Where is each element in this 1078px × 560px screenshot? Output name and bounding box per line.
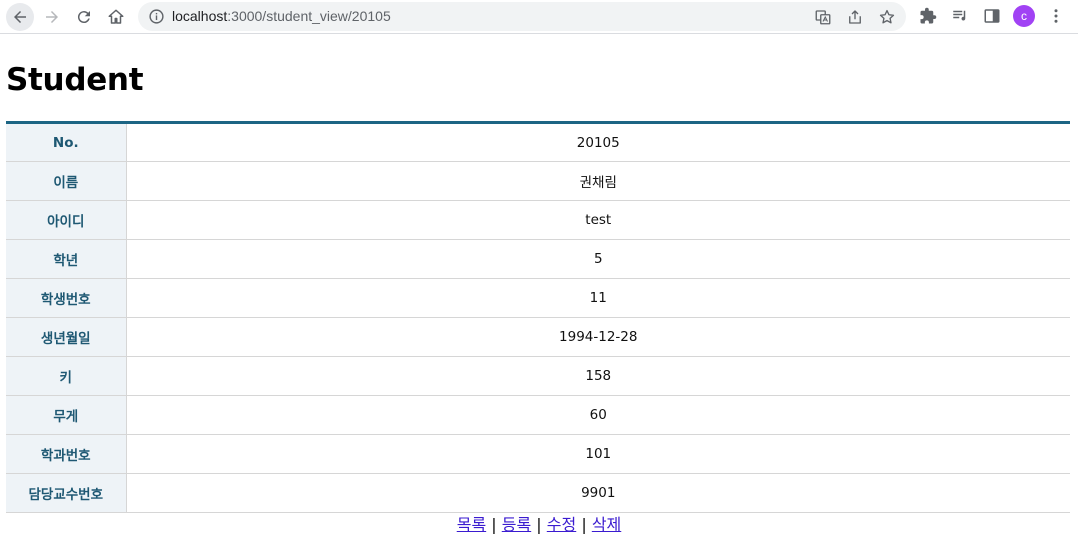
row-value-student-number: 11 xyxy=(126,278,1070,318)
reload-icon xyxy=(77,11,90,24)
row-label-weight: 무게 xyxy=(6,395,127,435)
back-button[interactable] xyxy=(6,3,34,31)
action-links: 목록 | 등록 | 수정 | 삭제 xyxy=(0,513,1078,537)
delete-link[interactable]: 삭제 xyxy=(592,515,621,534)
row-value-professor-number: 9901 xyxy=(126,473,1070,513)
home-button[interactable] xyxy=(102,3,130,31)
table-row: 생년월일 1994-12-28 xyxy=(6,317,1070,357)
more-menu-icon[interactable] xyxy=(1047,7,1065,25)
row-value-weight: 60 xyxy=(126,395,1070,435)
row-label-name: 이름 xyxy=(6,161,127,201)
row-value-department-number: 101 xyxy=(126,434,1070,474)
row-label-student-number: 학생번호 xyxy=(6,278,127,318)
row-label-height: 키 xyxy=(6,356,127,396)
info-icon[interactable] xyxy=(148,8,165,25)
table-row: 학생번호 11 xyxy=(6,278,1070,318)
translate-icon[interactable] xyxy=(814,8,832,26)
table-row: 담당교수번호 9901 xyxy=(6,473,1070,513)
reload-button[interactable] xyxy=(70,3,98,31)
row-value-no: 20105 xyxy=(126,122,1070,162)
row-label-userid: 아이디 xyxy=(6,200,127,240)
register-link[interactable]: 등록 xyxy=(502,515,531,534)
row-value-birthdate: 1994-12-28 xyxy=(126,317,1070,357)
separator: | xyxy=(491,515,497,534)
row-label-birthdate: 생년월일 xyxy=(6,317,127,357)
table-row: No. 20105 xyxy=(6,122,1070,162)
table-row: 학과번호 101 xyxy=(6,434,1070,474)
side-panel-icon[interactable] xyxy=(983,7,1001,25)
share-icon[interactable] xyxy=(846,8,864,26)
arrow-left-icon xyxy=(14,11,26,23)
extensions-icon[interactable] xyxy=(919,7,937,25)
row-value-height: 158 xyxy=(126,356,1070,396)
separator: | xyxy=(581,515,587,534)
row-value-grade: 5 xyxy=(126,239,1070,279)
table-row: 아이디 test xyxy=(6,200,1070,240)
url-path: :3000/student_view/20105 xyxy=(227,8,391,24)
row-label-professor-number: 담당교수번호 xyxy=(6,473,127,513)
table-row: 무게 60 xyxy=(6,395,1070,435)
separator: | xyxy=(536,515,542,534)
arrow-right-icon xyxy=(46,11,58,23)
url-text[interactable]: localhost:3000/student_view/20105 xyxy=(172,8,391,24)
media-queue-icon[interactable] xyxy=(951,7,969,25)
home-icon xyxy=(108,9,124,24)
url-host: localhost xyxy=(172,8,228,24)
forward-button[interactable] xyxy=(38,3,66,31)
profile-avatar[interactable]: c xyxy=(1013,5,1035,27)
row-label-grade: 학년 xyxy=(6,239,127,279)
list-link[interactable]: 목록 xyxy=(457,515,486,534)
table-row: 키 158 xyxy=(6,356,1070,396)
address-bar[interactable]: localhost:3000/student_view/20105 xyxy=(138,2,906,31)
student-detail-table: No. 20105 이름 권채림 아이디 test 학년 5 학생번호 11 생… xyxy=(6,121,1070,513)
table-row: 이름 권채림 xyxy=(6,161,1070,201)
row-label-no: No. xyxy=(6,122,127,162)
browser-toolbar: localhost:3000/student_view/20105 c xyxy=(0,0,1078,34)
row-value-name: 권채림 xyxy=(126,161,1070,201)
bookmark-star-icon[interactable] xyxy=(878,8,896,26)
row-value-userid: test xyxy=(126,200,1070,240)
page-title: Student xyxy=(6,62,144,98)
table-row: 학년 5 xyxy=(6,239,1070,279)
edit-link[interactable]: 수정 xyxy=(547,515,576,534)
row-label-department-number: 학과번호 xyxy=(6,434,127,474)
